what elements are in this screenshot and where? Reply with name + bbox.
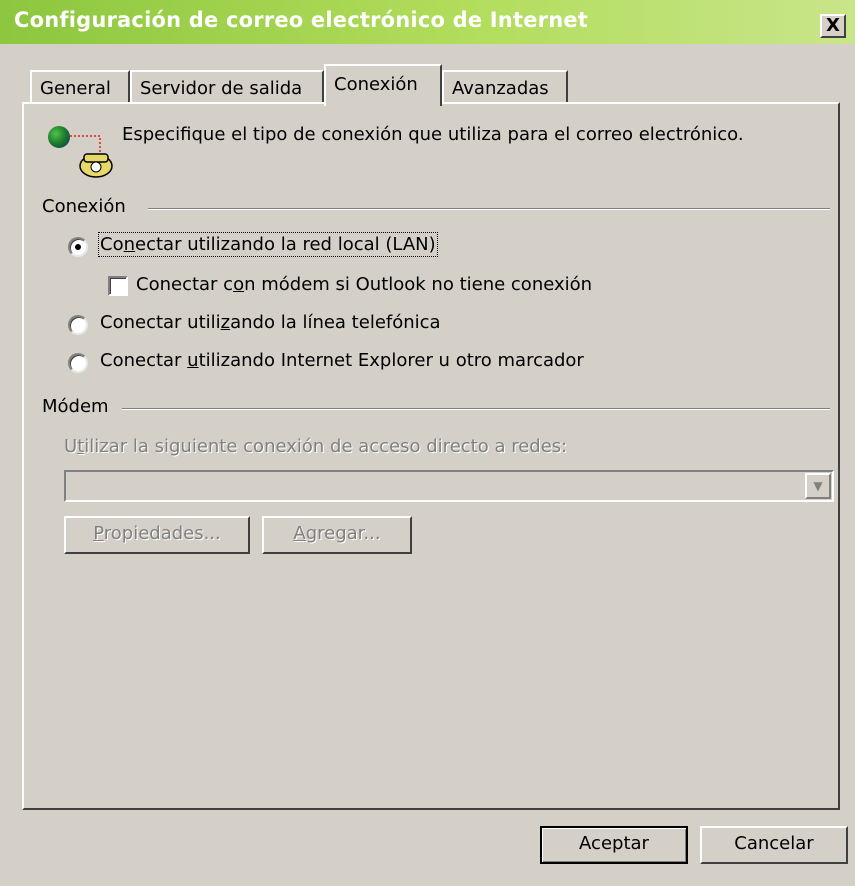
- tab-advanced[interactable]: Avanzadas: [442, 70, 568, 104]
- connection-group-label: Conexión: [42, 196, 126, 217]
- dialup-connection-label: Utilizar la siguiente conexión de acceso…: [64, 436, 568, 457]
- intro-text: Especifique el tipo de conexión que util…: [122, 124, 744, 145]
- radio-lan[interactable]: [68, 237, 88, 257]
- close-button[interactable]: X: [820, 14, 846, 38]
- ok-button[interactable]: Aceptar: [540, 826, 688, 864]
- tab-label: Avanzadas: [452, 78, 549, 99]
- dialup-connection-select[interactable]: ▼: [64, 470, 834, 502]
- cancel-button[interactable]: Cancelar: [700, 826, 848, 864]
- modem-group-divider: [122, 408, 830, 410]
- tab-panel-connection: Especifique el tipo de conexión que util…: [22, 102, 840, 810]
- window-title: Configuración de correo electrónico de I…: [14, 8, 589, 32]
- label-lan[interactable]: Conectar utilizando la red local (LAN): [98, 232, 438, 257]
- radio-phone-line[interactable]: [68, 315, 88, 335]
- tab-general[interactable]: General: [30, 70, 130, 104]
- add-button[interactable]: Agregar...: [262, 516, 412, 554]
- tab-outgoing-server[interactable]: Servidor de salida: [130, 70, 324, 104]
- close-icon: X: [826, 15, 840, 36]
- properties-button[interactable]: Propiedades...: [64, 516, 250, 554]
- tab-label: Servidor de salida: [140, 78, 303, 99]
- modem-group-label: Módem: [42, 396, 109, 417]
- tab-label: Conexión: [334, 74, 418, 95]
- label-modem-fallback[interactable]: Conectar con módem si Outlook no tiene c…: [136, 274, 592, 295]
- checkbox-modem-fallback[interactable]: [108, 276, 128, 296]
- tab-label: General: [40, 78, 111, 99]
- globe-phone-icon: [44, 122, 114, 182]
- label-ie-dialer[interactable]: Conectar utilizando Internet Explorer u …: [100, 350, 584, 371]
- tab-connection[interactable]: Conexión: [324, 64, 442, 106]
- connection-group-divider: [148, 208, 830, 210]
- phone-icon: [70, 135, 113, 178]
- label-phone-line[interactable]: Conectar utilizando la línea telefónica: [100, 312, 441, 333]
- radio-selected-dot: [75, 244, 81, 250]
- title-bar[interactable]: Configuración de correo electrónico de I…: [0, 0, 855, 44]
- chevron-down-icon[interactable]: ▼: [805, 473, 831, 499]
- radio-ie-dialer[interactable]: [68, 353, 88, 373]
